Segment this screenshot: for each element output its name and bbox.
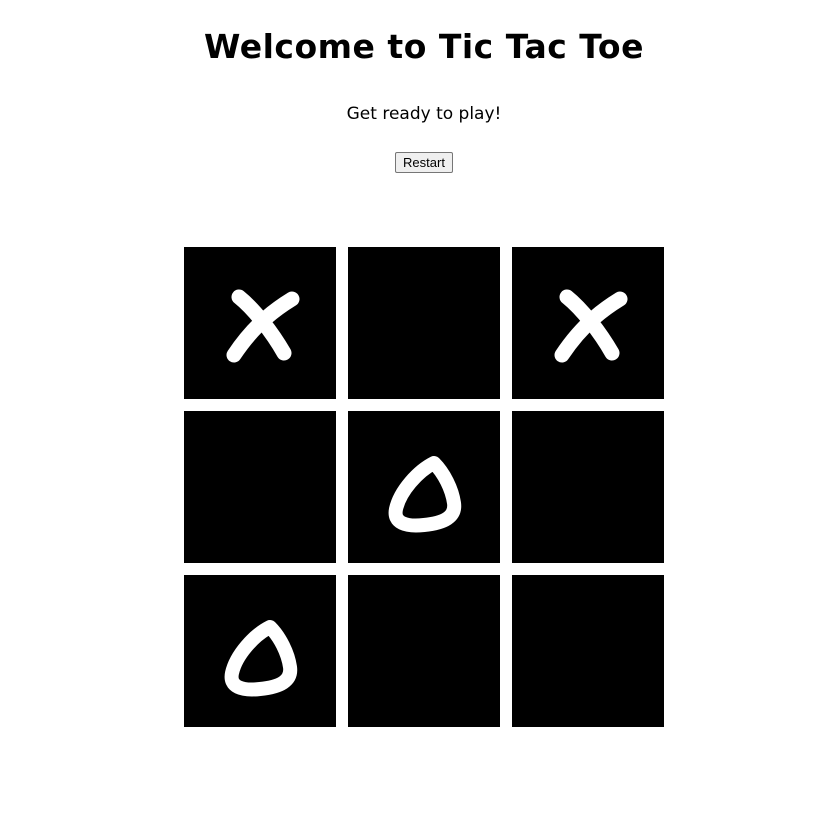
x-mark-icon (554, 289, 628, 363)
restart-button[interactable]: Restart (395, 152, 453, 173)
board-cell-2[interactable] (348, 247, 500, 399)
board-cell-9[interactable] (512, 575, 664, 727)
o-mark-icon (224, 620, 298, 697)
board-cell-6[interactable] (512, 411, 664, 563)
x-mark-icon (226, 289, 300, 363)
o-mark-icon (388, 456, 462, 533)
board-cell-1[interactable] (184, 247, 336, 399)
game-status: Get ready to play! (346, 104, 502, 124)
page-title: Welcome to Tic Tac Toe (204, 27, 644, 66)
game-board (184, 247, 664, 727)
board-cell-5[interactable] (348, 411, 500, 563)
board-cell-4[interactable] (184, 411, 336, 563)
board-cell-3[interactable] (512, 247, 664, 399)
board-cell-7[interactable] (184, 575, 336, 727)
board-cell-8[interactable] (348, 575, 500, 727)
